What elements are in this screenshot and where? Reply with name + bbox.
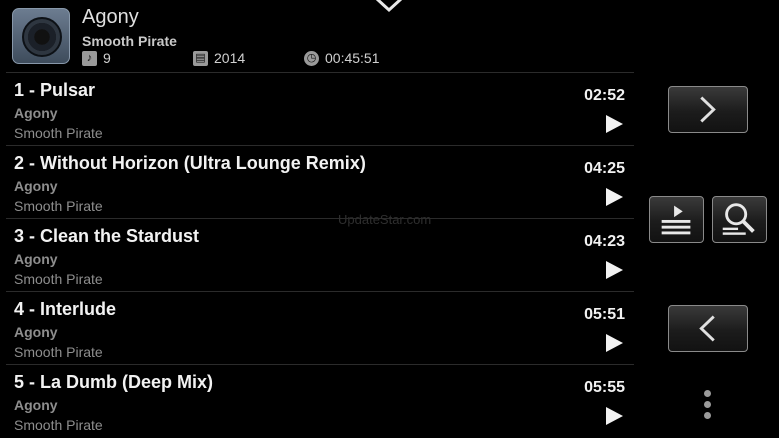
track-artist: Smooth Pirate [14, 417, 103, 433]
more-vertical-icon[interactable] [704, 390, 712, 424]
chevron-down-icon[interactable] [373, 0, 405, 15]
previous-button[interactable] [668, 305, 748, 352]
track-count: ♪ 9 [82, 50, 111, 66]
track-duration: 04:25 [584, 160, 625, 177]
album-art[interactable] [12, 8, 70, 64]
album-artist: Smooth Pirate [82, 33, 177, 49]
album-title: Agony [82, 6, 139, 28]
track-album: Agony [14, 105, 58, 121]
track-duration: 02:52 [584, 87, 625, 104]
chevron-right-icon [700, 96, 716, 123]
track-title: 3 - Clean the Stardust [14, 226, 200, 246]
track-album: Agony [14, 251, 58, 267]
track-title: 1 - Pulsar [14, 80, 96, 100]
track-album: Agony [14, 178, 58, 194]
album-header: Agony Smooth Pirate ♪ 9 ▤ 2014 ◷ 00:45:5… [0, 0, 779, 72]
track-title: 5 - La Dumb (Deep Mix) [14, 372, 214, 392]
track-duration: 05:55 [584, 379, 625, 396]
track-album: Agony [14, 324, 58, 340]
play-icon[interactable] [606, 188, 623, 206]
track-list: 1 - Pulsar Agony Smooth Pirate 02:52 2 -… [6, 72, 634, 437]
track-count-value: 9 [103, 50, 111, 66]
watermark: UpdateStar.com [338, 212, 432, 227]
track-artist: Smooth Pirate [14, 125, 103, 141]
track-artist: Smooth Pirate [14, 271, 103, 287]
track-title: 2 - Without Horizon (Ultra Lounge Remix) [14, 153, 366, 173]
music-note-icon: ♪ [82, 50, 97, 66]
chevron-left-icon [699, 315, 715, 342]
play-icon[interactable] [606, 334, 623, 352]
next-button[interactable] [668, 86, 748, 133]
track-row[interactable]: 5 - La Dumb (Deep Mix) Agony Smooth Pira… [6, 364, 634, 437]
play-queue-button[interactable] [649, 196, 704, 243]
play-icon[interactable] [606, 407, 623, 425]
album-year: ▤ 2014 [193, 50, 245, 66]
clock-icon: ◷ [304, 50, 319, 66]
search-list-icon [722, 203, 755, 235]
calendar-icon: ▤ [193, 50, 208, 66]
track-artist: Smooth Pirate [14, 198, 103, 214]
track-row[interactable]: 2 - Without Horizon (Ultra Lounge Remix)… [6, 145, 634, 218]
search-button[interactable] [712, 196, 767, 243]
play-icon[interactable] [606, 261, 623, 279]
play-icon[interactable] [606, 115, 623, 133]
track-row[interactable]: 3 - Clean the Stardust Agony Smooth Pira… [6, 218, 634, 291]
album-duration: ◷ 00:45:51 [304, 50, 380, 66]
track-row[interactable]: 1 - Pulsar Agony Smooth Pirate 02:52 [6, 72, 634, 145]
track-row[interactable]: 4 - Interlude Agony Smooth Pirate 05:51 [6, 291, 634, 364]
speaker-icon [22, 17, 62, 57]
track-artist: Smooth Pirate [14, 344, 103, 360]
track-title: 4 - Interlude [14, 299, 117, 319]
track-duration: 05:51 [584, 306, 625, 323]
album-duration-value: 00:45:51 [325, 50, 380, 66]
album-year-value: 2014 [214, 50, 246, 66]
track-duration: 04:23 [584, 233, 625, 250]
track-album: Agony [14, 397, 58, 413]
play-queue-icon [661, 205, 691, 235]
